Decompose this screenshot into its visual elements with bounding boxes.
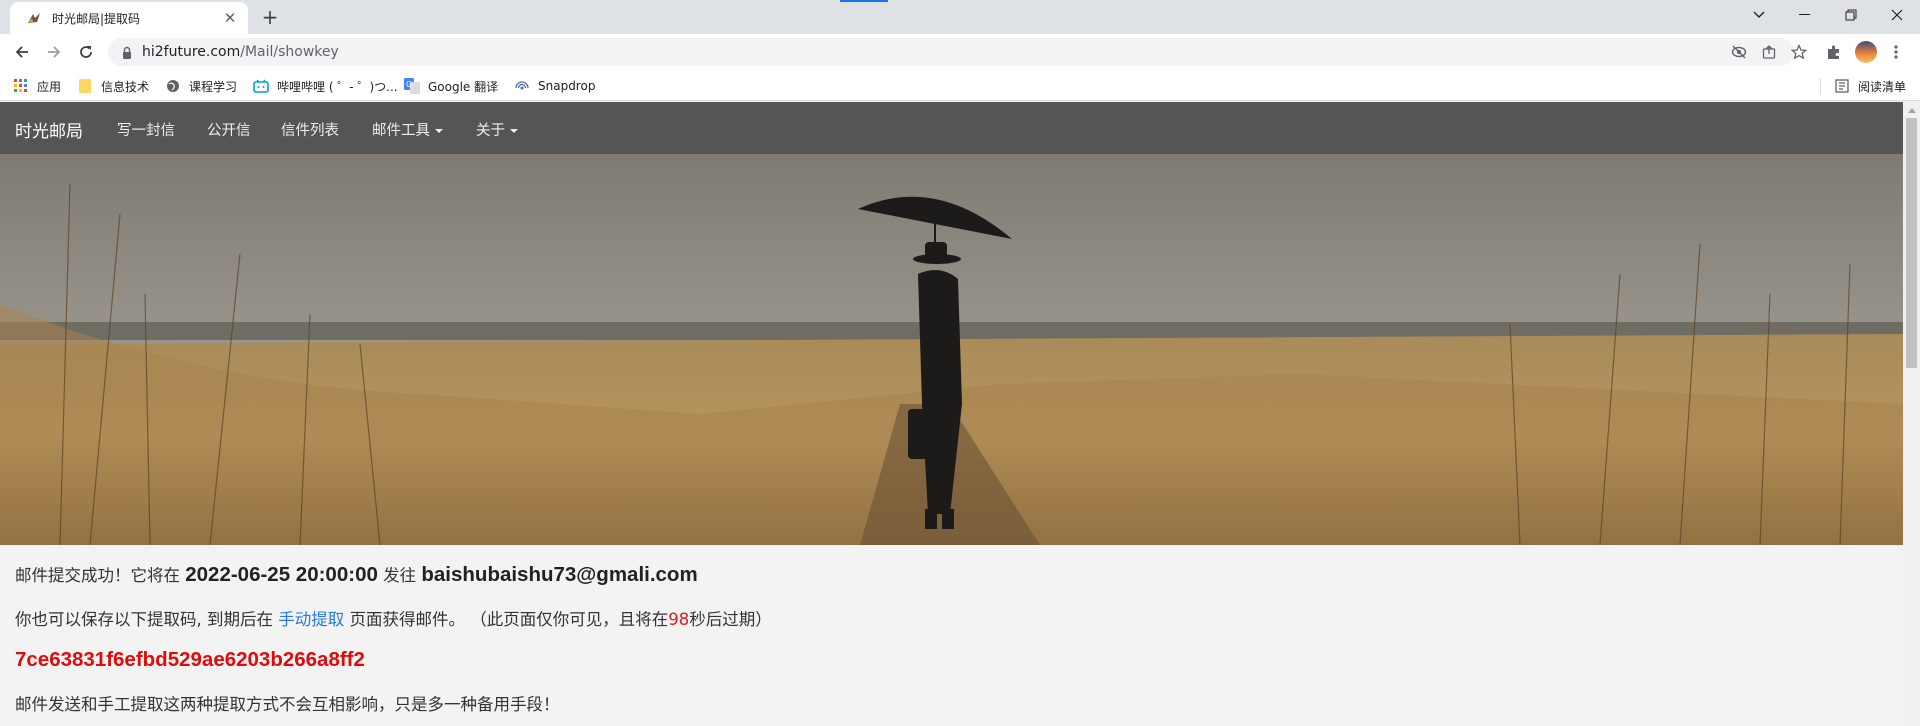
bookmark-label: 应用	[37, 79, 62, 94]
tab-title: 时光邮局|提取码	[52, 11, 141, 26]
new-tab-button[interactable]: +	[258, 5, 282, 29]
eye-off-icon[interactable]	[1730, 43, 1748, 61]
manual-extract-link[interactable]: 手动提取	[278, 610, 344, 629]
send-time: 2022-06-25 20:00:00	[185, 563, 378, 586]
apps-grid-icon	[13, 78, 29, 94]
nav-public-letters[interactable]: 公开信	[207, 119, 251, 140]
browser-tab[interactable]: 时光邮局|提取码 ✕	[10, 2, 248, 34]
extensions-puzzle-icon[interactable]	[1824, 42, 1844, 62]
note-text: 邮件发送和手工提取这两种提取方式不会互相影响，只是多一种备用手段！	[15, 695, 560, 714]
bookmark-snapdrop[interactable]: Snapdrop	[514, 76, 595, 96]
extraction-key-code[interactable]: 7ce63831f6efbd529ae6203b266a8ff2	[15, 648, 365, 672]
success-message: 邮件提交成功！它将在 2022-06-25 20:00:00 发往 baishu…	[15, 563, 698, 586]
bookmark-star-icon[interactable]	[1790, 43, 1808, 61]
tab-close-icon[interactable]: ✕	[222, 10, 238, 26]
minimize-button[interactable]	[1782, 0, 1828, 30]
bookmark-info-tech[interactable]: 信息技术	[77, 76, 149, 96]
scroll-up-arrow-icon[interactable]	[1903, 102, 1920, 118]
bookmarks-bar: 应用 信息技术 课程学习 哔哩哔哩 ( ゜- ゜)つ... G Google 翻…	[0, 70, 1920, 101]
browser-toolbar: hi2future.com/Mail/showkey	[0, 34, 1920, 70]
hero-image	[0, 154, 1903, 545]
profile-avatar[interactable]	[1855, 41, 1877, 63]
recipient-email: baishubaishu73@gmali.com	[421, 563, 698, 586]
bookmark-label: 阅读清单	[1858, 79, 1907, 94]
nav-mail-tools-dropdown[interactable]: 邮件工具	[372, 119, 443, 140]
snapdrop-icon	[514, 78, 530, 94]
nav-write-letter[interactable]: 写一封信	[117, 119, 175, 140]
restore-button[interactable]	[1828, 0, 1874, 30]
browser-tab-bar: 时光邮局|提取码 ✕ +	[0, 0, 1920, 34]
share-icon[interactable]	[1760, 43, 1778, 61]
bookmark-bilibili[interactable]: 哔哩哔哩 ( ゜- ゜)つ...	[253, 76, 398, 96]
hero-field-scene	[0, 154, 1903, 545]
nav-about-dropdown[interactable]: 关于	[476, 119, 518, 140]
bookmark-label: 课程学习	[189, 79, 238, 94]
globe-icon	[165, 78, 181, 94]
svg-text:G: G	[406, 80, 412, 89]
folder-icon	[77, 78, 93, 94]
bookmark-label: 信息技术	[101, 79, 150, 94]
bookmark-google-translate[interactable]: G Google 翻译	[404, 76, 498, 96]
menu-kebab-icon[interactable]	[1886, 42, 1906, 62]
scroll-thumb[interactable]	[1906, 118, 1917, 368]
page-scrollbar[interactable]	[1903, 102, 1920, 726]
bookmarks-divider	[1820, 78, 1821, 94]
bookmark-label: 哔哩哔哩 ( ゜- ゜)つ...	[277, 79, 398, 94]
bookmark-reading-list[interactable]: 阅读清单	[1834, 76, 1906, 96]
expire-countdown: 98	[668, 610, 690, 629]
bookmark-apps[interactable]: 应用	[13, 76, 61, 96]
save-code-hint: 你也可以保存以下提取码, 到期后在 手动提取 页面获得邮件。 （此页面仅你可见，…	[15, 610, 772, 629]
tab-search-icon[interactable]	[1736, 0, 1782, 30]
forward-button[interactable]	[42, 40, 66, 64]
site-navbar: 时光邮局 写一封信 公开信 信件列表 邮件工具 关于	[0, 102, 1903, 154]
bookmark-course-study[interactable]: 课程学习	[165, 76, 237, 96]
bookmark-label: Snapdrop	[538, 79, 596, 93]
close-window-button[interactable]	[1874, 0, 1920, 30]
nav-letter-list[interactable]: 信件列表	[281, 119, 339, 140]
site-favicon-icon	[26, 10, 42, 26]
tab-strip-indicator	[840, 0, 888, 2]
reload-button[interactable]	[74, 40, 98, 64]
caret-down-icon	[510, 129, 518, 133]
google-translate-icon: G	[404, 78, 420, 94]
bilibili-icon	[253, 78, 269, 94]
lock-icon	[120, 45, 134, 59]
reading-list-icon	[1834, 78, 1850, 94]
address-bar[interactable]: hi2future.com/Mail/showkey	[108, 38, 1807, 66]
site-brand[interactable]: 时光邮局	[15, 117, 83, 142]
back-button[interactable]	[10, 40, 34, 64]
bookmark-label: Google 翻译	[428, 79, 499, 94]
url-text: hi2future.com/Mail/showkey	[142, 44, 339, 60]
caret-down-icon	[435, 129, 443, 133]
